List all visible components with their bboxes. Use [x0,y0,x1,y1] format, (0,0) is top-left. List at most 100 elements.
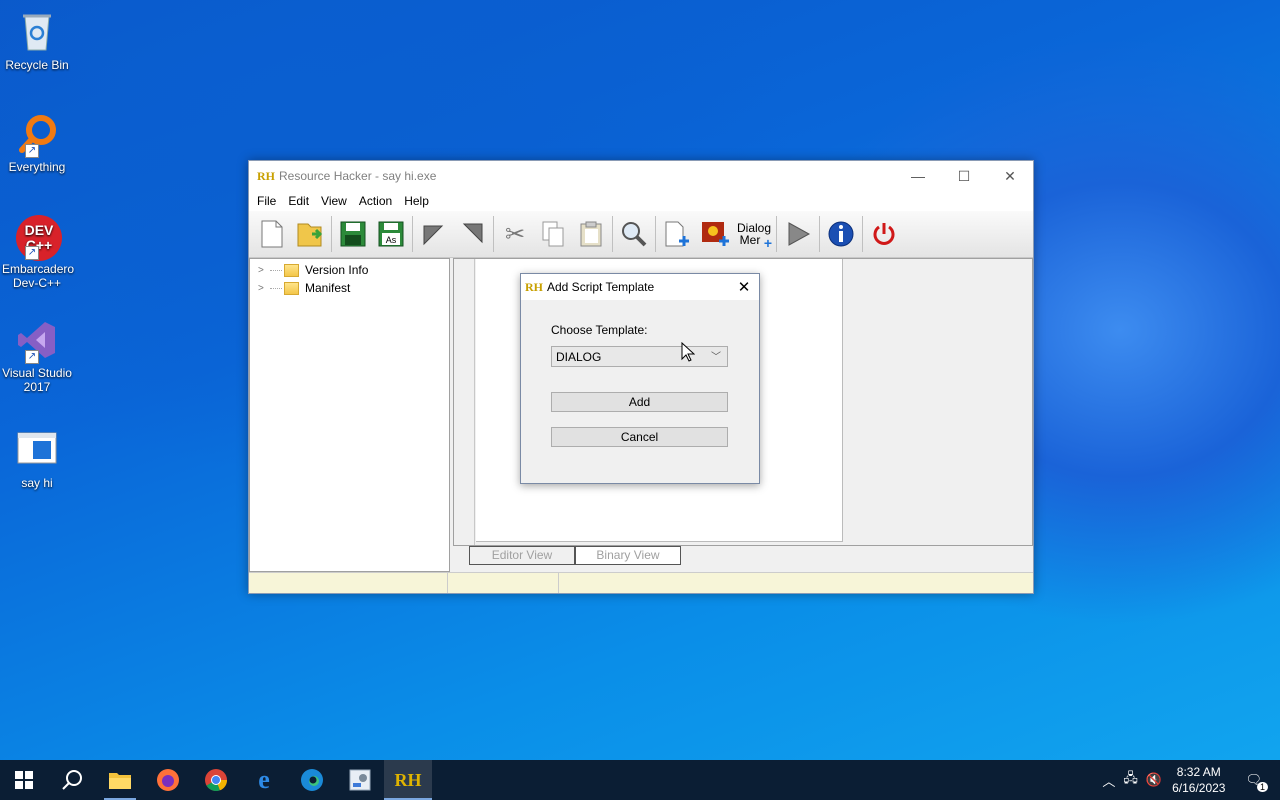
menu-view[interactable]: View [315,194,353,208]
taskbar-file-explorer[interactable] [96,760,144,800]
desktop-icon-label: say hi [21,476,53,490]
desktop-icon-everything[interactable]: ↗ Everything [0,112,74,174]
volume-muted-icon[interactable]: 🔇 [1146,772,1162,788]
status-bar [249,572,1033,593]
taskbar: e RH ︿ 🖧 🔇 8:32 AM 6/16/2023 🗨 1 [0,760,1280,800]
plus-icon: + [763,235,772,251]
toolbar-separator [331,216,332,252]
internet-explorer-icon: e [258,765,270,794]
add-image-button[interactable] [696,215,734,253]
resource-hacker-app-icon: RH [525,279,543,294]
clock[interactable]: 8:32 AM 6/16/2023 [1172,764,1225,796]
edge-icon [301,769,323,791]
taskbar-resource-hacker[interactable]: RH [384,760,432,800]
recycle-bin-icon [15,10,59,54]
folder-icon [284,281,299,295]
start-button[interactable] [0,760,48,800]
tab-binary-view[interactable]: Binary View [575,546,681,565]
show-hidden-icons-chevron-icon[interactable]: ︿ [1102,771,1115,790]
cancel-button[interactable]: Cancel [551,427,728,447]
dialog-merge-button[interactable]: Dialog Mer + [734,215,774,253]
notification-count: 1 [1256,782,1268,792]
maximize-button[interactable]: ☐ [941,161,987,191]
chevron-right-icon[interactable]: > [258,283,268,294]
find-button[interactable] [615,215,653,253]
taskbar-chrome[interactable] [192,760,240,800]
desktop-icon-label: Embarcadero Dev-C++ [2,262,75,290]
minimize-button[interactable]: — [895,161,941,191]
taskbar-edge[interactable] [288,760,336,800]
open-file-button[interactable] [291,215,329,253]
paste-button[interactable] [572,215,610,253]
svg-text:As: As [386,235,397,245]
add-script-template-dialog: RH Add Script Template ✕ Choose Template… [520,273,760,484]
menu-edit[interactable]: Edit [282,194,315,208]
copy-button[interactable] [534,215,572,253]
desktop-icon-recycle-bin[interactable]: Recycle Bin [0,10,74,72]
template-select[interactable]: DIALOG ﹀ [551,346,728,367]
add-file-icon [665,221,689,247]
toolbar-separator [493,216,494,252]
network-icon[interactable]: 🖧 [1123,769,1138,791]
toolbar-separator [412,216,413,252]
title-bar[interactable]: RH Resource Hacker - say hi.exe — ☐ ✕ [249,161,1033,191]
chrome-icon [205,769,228,792]
toolbar-separator [776,216,777,252]
exe-file-icon [15,428,59,472]
new-file-button[interactable] [253,215,291,253]
add-button[interactable]: Add [551,392,728,412]
resource-hacker-taskbar-icon: RH [394,769,422,790]
resource-tree[interactable]: > Version Info > Manifest [249,258,450,572]
add-image-icon [702,222,729,246]
taskbar-internet-explorer[interactable]: e [240,760,288,800]
desktop-icon-say-hi[interactable]: say hi [0,428,74,490]
toolbar-separator [655,216,656,252]
tree-item-version-info[interactable]: > Version Info [250,261,449,279]
windows-logo-icon [15,771,33,789]
chevron-down-icon: ﹀ [711,352,721,363]
dialog-close-button[interactable]: ✕ [729,278,759,296]
view-tabs: Editor View Binary View [469,546,681,565]
tree-item-manifest[interactable]: > Manifest [250,279,449,297]
menu-bar: File Edit View Action Help [249,191,1033,211]
close-button[interactable]: ✕ [987,161,1033,191]
open-folder-icon [297,223,323,247]
chevron-right-icon[interactable]: > [258,265,268,276]
dialog-title-bar[interactable]: RH Add Script Template ✕ [521,274,759,300]
taskbar-firefox[interactable] [144,760,192,800]
tab-editor-view[interactable]: Editor View [469,546,575,565]
search-icon [62,770,82,790]
menu-help[interactable]: Help [398,194,435,208]
line-gutter [454,259,475,545]
tree-item-label: Version Info [305,263,369,277]
exit-button[interactable] [865,215,903,253]
new-file-icon [261,220,283,248]
search-button[interactable] [48,760,96,800]
desktop-icon-label: Everything [8,160,66,174]
choose-template-label: Choose Template: [551,323,648,337]
status-panel [448,573,559,593]
folder-icon [284,263,299,277]
add-resource-button[interactable] [658,215,696,253]
compile-run-button[interactable] [779,215,817,253]
notification-center-button[interactable]: 🗨 1 [1241,772,1268,792]
desktop-icon-visual-studio[interactable]: ↗ Visual Studio 2017 [0,318,74,394]
taskbar-control-panel[interactable] [336,760,384,800]
about-button[interactable] [822,215,860,253]
devcpp-icon: DEV C++ ↗ [15,214,62,261]
cut-button[interactable]: ✂ [496,215,534,253]
forward-button[interactable] [453,215,491,253]
menu-file[interactable]: File [251,194,282,208]
desktop-icon-devcpp[interactable]: DEV C++ ↗ Embarcadero Dev-C++ [0,214,74,290]
back-button[interactable] [415,215,453,253]
save-as-button[interactable]: As [372,215,410,253]
magnifier-icon [622,222,647,247]
info-icon [828,221,854,247]
firefox-icon [157,769,179,791]
dialog-merge-label-2: Mer [739,233,761,247]
system-tray: ︿ 🖧 🔇 8:32 AM 6/16/2023 🗨 1 [1098,760,1280,800]
menu-action[interactable]: Action [353,194,398,208]
arrow-up-left-icon [423,225,444,246]
toolbar-separator [862,216,863,252]
save-button[interactable] [334,215,372,253]
